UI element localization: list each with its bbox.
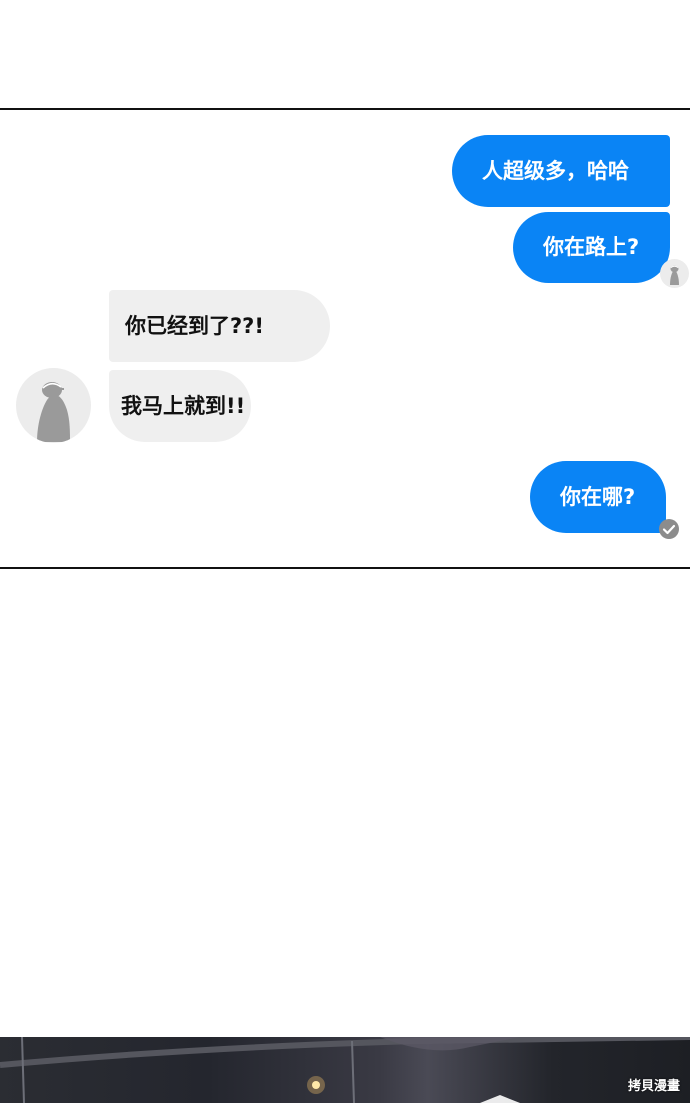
panel-border-top — [0, 108, 690, 110]
check-circle-icon — [658, 518, 680, 540]
message-text: 我马上就到!! — [121, 393, 246, 418]
message-bubble-incoming: 我马上就到!! — [109, 370, 251, 442]
panel-border-bottom — [0, 567, 690, 569]
message-bubble-outgoing: 你在路上? — [513, 212, 670, 283]
night-road-photo: 拷貝漫畫 — [0, 1037, 690, 1103]
message-text: 人超级多，哈哈 — [482, 158, 629, 183]
avatar-icon — [16, 368, 91, 443]
avatar-icon — [660, 259, 689, 288]
message-text: 你在路上? — [543, 235, 640, 259]
message-text: 你已经到了??! — [125, 313, 264, 338]
avatar-figure-icon — [37, 382, 70, 442]
night-scene-illustration — [0, 1037, 690, 1103]
message-text: 你在哪? — [560, 484, 636, 509]
avatar-figure-icon — [670, 265, 679, 285]
message-bubble-outgoing: 你在哪? — [530, 461, 666, 533]
message-bubble-incoming: 你已经到了??! — [109, 290, 330, 362]
watermark-text: 拷貝漫畫 — [627, 1079, 680, 1094]
message-bubble-outgoing: 人超级多，哈哈 — [452, 135, 670, 207]
